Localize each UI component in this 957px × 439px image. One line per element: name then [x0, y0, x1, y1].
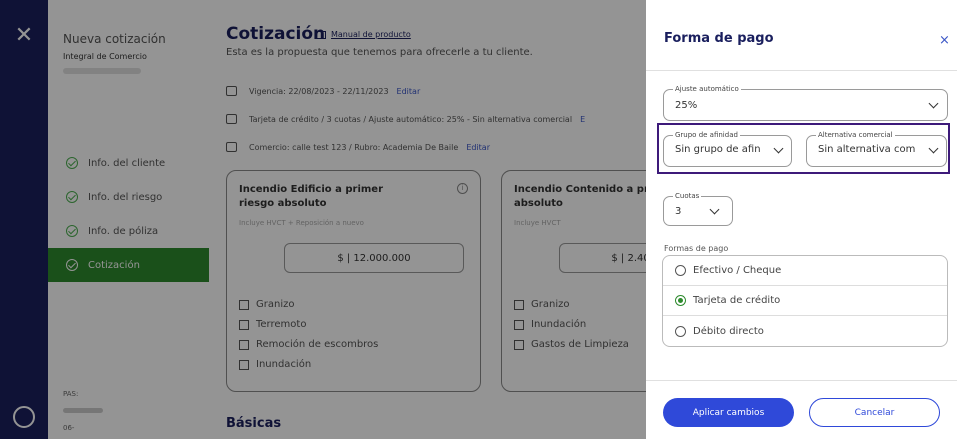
radio-button[interactable] [675, 295, 686, 306]
cuotas-select[interactable]: Cuotas 3 [663, 191, 733, 226]
radio-button[interactable] [675, 325, 686, 337]
cuotas-label: Cuotas [673, 191, 702, 201]
radio-label: Tarjeta de crédito [693, 295, 781, 306]
radio-label: Efectivo / Cheque [693, 265, 782, 276]
radio-option-debito[interactable]: Débito directo [663, 316, 947, 346]
cuotas-value: 3 [675, 206, 682, 217]
payment-method-group: Efectivo / Cheque Tarjeta de crédito Déb… [662, 255, 948, 347]
highlight-box [657, 123, 950, 174]
close-icon[interactable]: × [939, 33, 950, 48]
formas-pago-label: Formas de pago [664, 244, 729, 253]
divider [646, 70, 957, 71]
radio-option-efectivo[interactable]: Efectivo / Cheque [663, 256, 947, 286]
cancel-button[interactable]: Cancelar [809, 398, 940, 427]
panel-title: Forma de pago [664, 31, 774, 46]
payment-panel: Forma de pago × Ajuste automático 25% Gr… [646, 0, 957, 439]
ajuste-select[interactable]: Ajuste automático 25% [663, 84, 948, 121]
radio-button[interactable] [675, 265, 686, 276]
ajuste-label: Ajuste automático [673, 84, 741, 94]
modal-overlay[interactable] [0, 0, 646, 439]
ajuste-value: 25% [675, 100, 698, 111]
radio-option-tarjeta[interactable]: Tarjeta de crédito [663, 286, 947, 316]
divider [646, 380, 957, 381]
radio-label: Débito directo [693, 325, 764, 337]
apply-button[interactable]: Aplicar cambios [663, 398, 794, 427]
chevron-down-icon [928, 98, 939, 109]
chevron-down-icon [709, 204, 720, 215]
